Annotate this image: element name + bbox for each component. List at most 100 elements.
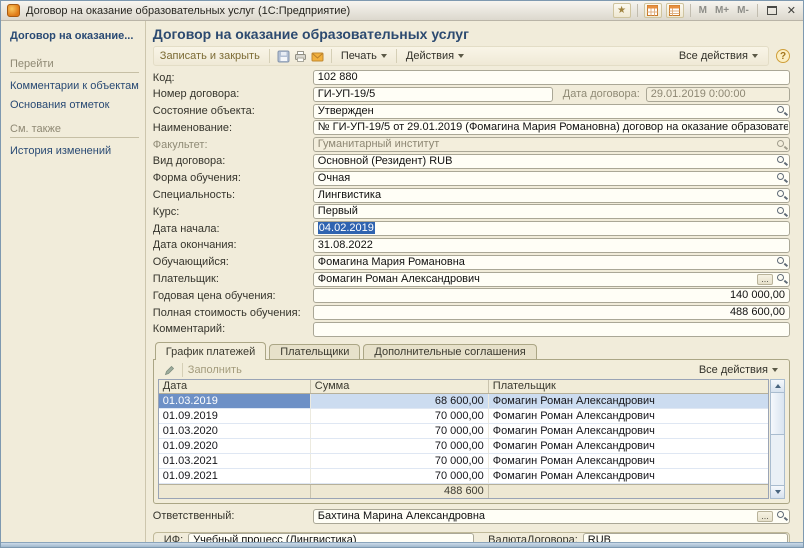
payment-amount-cell[interactable]: 70 000,00 — [311, 469, 489, 483]
payments-table: ДатаСуммаПлательщик 01.03.201968 600,00Ф… — [158, 379, 769, 499]
payment-row[interactable]: 01.03.201968 600,00Фомагин Роман Алексан… — [159, 394, 768, 409]
payment-payer-cell[interactable]: Фомагин Роман Александрович — [489, 454, 768, 468]
scrollbar-thumb[interactable] — [771, 393, 784, 435]
form-field-10[interactable]: 31.08.2022 — [313, 238, 790, 253]
close-button[interactable]: ✕ — [784, 4, 799, 17]
payment-payer-cell[interactable]: Фомагин Роман Александрович — [489, 424, 768, 438]
maximize-button[interactable] — [767, 6, 777, 15]
form-field-9[interactable]: 04.02.2019 — [313, 221, 790, 236]
form-field-15[interactable] — [313, 322, 790, 337]
column-header-1[interactable]: Сумма — [311, 380, 489, 393]
calculator-icon[interactable] — [666, 3, 684, 18]
save-and-close-button[interactable]: Записать и закрыть — [160, 50, 260, 62]
sidebar-item-link[interactable]: Комментарии к объектам — [10, 80, 139, 92]
window-title: Договор на оказание образовательных услу… — [26, 5, 350, 17]
payment-amount-cell[interactable]: 70 000,00 — [311, 409, 489, 423]
print-menu-button[interactable]: Печать — [341, 50, 387, 62]
sidebar-item-link[interactable]: Основания отметок — [10, 99, 139, 111]
form-field-4[interactable]: Гуманитарный институт — [313, 137, 790, 152]
scroll-up-icon[interactable] — [771, 380, 784, 393]
payment-payer-cell[interactable]: Фомагин Роман Александрович — [489, 394, 768, 408]
form-field-8[interactable]: Первый — [313, 204, 790, 219]
tab-0[interactable]: График платежей — [155, 342, 266, 360]
payment-date-cell[interactable]: 01.09.2019 — [159, 409, 311, 423]
payment-row[interactable]: 01.03.202170 000,00Фомагин Роман Алексан… — [159, 454, 768, 469]
form-field-5[interactable]: Основной (Резидент) RUB — [313, 154, 790, 169]
payment-row[interactable]: 01.03.202070 000,00Фомагин Роман Алексан… — [159, 424, 768, 439]
lookup-magnifier-icon[interactable] — [775, 189, 788, 202]
payment-payer-cell[interactable]: Фомагин Роман Александрович — [489, 469, 768, 483]
memory-m-plus-button[interactable]: M+ — [713, 5, 731, 16]
form-field-3[interactable]: № ГИ-УП-19/5 от 29.01.2019 (Фомагина Мар… — [313, 120, 790, 135]
command-bar: Записать и закрыть Печать Действия — [153, 46, 769, 66]
form-aux-field[interactable]: 29.01.2019 0:00:00 — [646, 87, 790, 102]
form-field-value: Фомагина Мария Романовна — [318, 256, 775, 269]
window-titlebar[interactable]: Договор на оказание образовательных услу… — [1, 1, 803, 21]
favorites-icon[interactable]: ★ — [613, 3, 631, 18]
lookup-magnifier-icon[interactable] — [775, 155, 788, 168]
1c-app-icon — [7, 4, 20, 17]
lookup-magnifier-icon[interactable] — [775, 273, 788, 286]
form-field-12[interactable]: Фомагин Роман Александрович — [313, 272, 790, 287]
printer-icon[interactable] — [292, 50, 309, 63]
form-field-0[interactable]: 102 880 — [313, 70, 790, 85]
ellipsis-button[interactable] — [757, 274, 773, 285]
lookup-magnifier-icon[interactable] — [775, 205, 788, 218]
table-scrollbar[interactable] — [770, 379, 785, 499]
payment-payer-cell[interactable]: Фомагин Роман Александрович — [489, 439, 768, 453]
lookup-magnifier-icon[interactable] — [775, 172, 788, 185]
payment-date-cell[interactable]: 01.03.2019 — [159, 394, 311, 408]
form-row: Плательщик:Фомагин Роман Александрович — [153, 272, 790, 287]
pencil-icon[interactable] — [161, 364, 177, 376]
memory-m-button[interactable]: M — [697, 5, 709, 16]
form-field-11[interactable]: Фомагина Мария Романовна — [313, 255, 790, 270]
payment-date-cell[interactable]: 01.03.2020 — [159, 424, 311, 438]
memory-m-minus-button[interactable]: M- — [735, 5, 751, 16]
form-row: Полная стоимость обучения:488 600,00 — [153, 305, 790, 320]
column-header-2[interactable]: Плательщик — [489, 380, 768, 393]
payment-row[interactable]: 01.09.201970 000,00Фомагин Роман Алексан… — [159, 409, 768, 424]
form-field-label: Обучающийся: — [153, 256, 313, 268]
responsible-field[interactable]: Бахтина Марина Александровна — [313, 509, 790, 524]
column-header-0[interactable]: Дата — [159, 380, 311, 393]
payment-amount-cell[interactable]: 68 600,00 — [311, 394, 489, 408]
form-field-13[interactable]: 140 000,00 — [313, 288, 790, 303]
payment-row[interactable]: 01.09.202170 000,00Фомагин Роман Алексан… — [159, 469, 768, 484]
lookup-magnifier-icon[interactable] — [775, 138, 788, 151]
payment-amount-cell[interactable]: 70 000,00 — [311, 454, 489, 468]
payment-amount-cell[interactable]: 70 000,00 — [311, 439, 489, 453]
grid-icon[interactable] — [644, 3, 662, 18]
tab-2[interactable]: Дополнительные соглашения — [363, 344, 536, 360]
tab-1[interactable]: Плательщики — [269, 344, 360, 360]
form-field-1[interactable]: ГИ-УП-19/5 — [313, 87, 553, 102]
payment-date-cell[interactable]: 01.09.2021 — [159, 469, 311, 483]
sidebar-section-header: Перейти — [10, 58, 139, 73]
form-field-2[interactable]: Утвержден — [313, 104, 790, 119]
payment-payer-cell[interactable]: Фомагин Роман Александрович — [489, 409, 768, 423]
payment-row[interactable]: 01.09.202070 000,00Фомагин Роман Алексан… — [159, 439, 768, 454]
fill-button[interactable]: Заполнить — [188, 364, 242, 376]
payments-toolbar: Заполнить Все действия — [158, 362, 785, 379]
form-field-7[interactable]: Лингвистика — [313, 188, 790, 203]
payment-date-cell[interactable]: 01.09.2020 — [159, 439, 311, 453]
scroll-down-icon[interactable] — [771, 485, 784, 498]
form-field-14[interactable]: 488 600,00 — [313, 305, 790, 320]
table-all-actions-button[interactable]: Все действия — [699, 364, 778, 376]
lookup-magnifier-icon[interactable] — [775, 256, 788, 269]
sidebar-current-item[interactable]: Договор на оказание... — [10, 30, 139, 42]
lookup-magnifier-icon[interactable] — [775, 105, 788, 118]
payment-amount-cell[interactable]: 70 000,00 — [311, 424, 489, 438]
ellipsis-button[interactable] — [757, 511, 773, 522]
help-button[interactable]: ? — [776, 49, 790, 63]
payment-date-cell[interactable]: 01.03.2021 — [159, 454, 311, 468]
lookup-magnifier-icon[interactable] — [775, 510, 788, 523]
form-field-label: Годовая цена обучения: — [153, 290, 313, 302]
actions-menu-button[interactable]: Действия — [406, 50, 464, 62]
sidebar-item-link[interactable]: История изменений — [10, 145, 139, 157]
envelope-icon[interactable] — [309, 50, 326, 63]
floppy-icon[interactable] — [275, 50, 292, 63]
payments-table-header: ДатаСуммаПлательщик — [159, 380, 768, 394]
main-form-area: Договор на оказание образовательных услу… — [146, 21, 803, 542]
form-field-6[interactable]: Очная — [313, 171, 790, 186]
all-actions-menu-button[interactable]: Все действия — [679, 50, 758, 62]
